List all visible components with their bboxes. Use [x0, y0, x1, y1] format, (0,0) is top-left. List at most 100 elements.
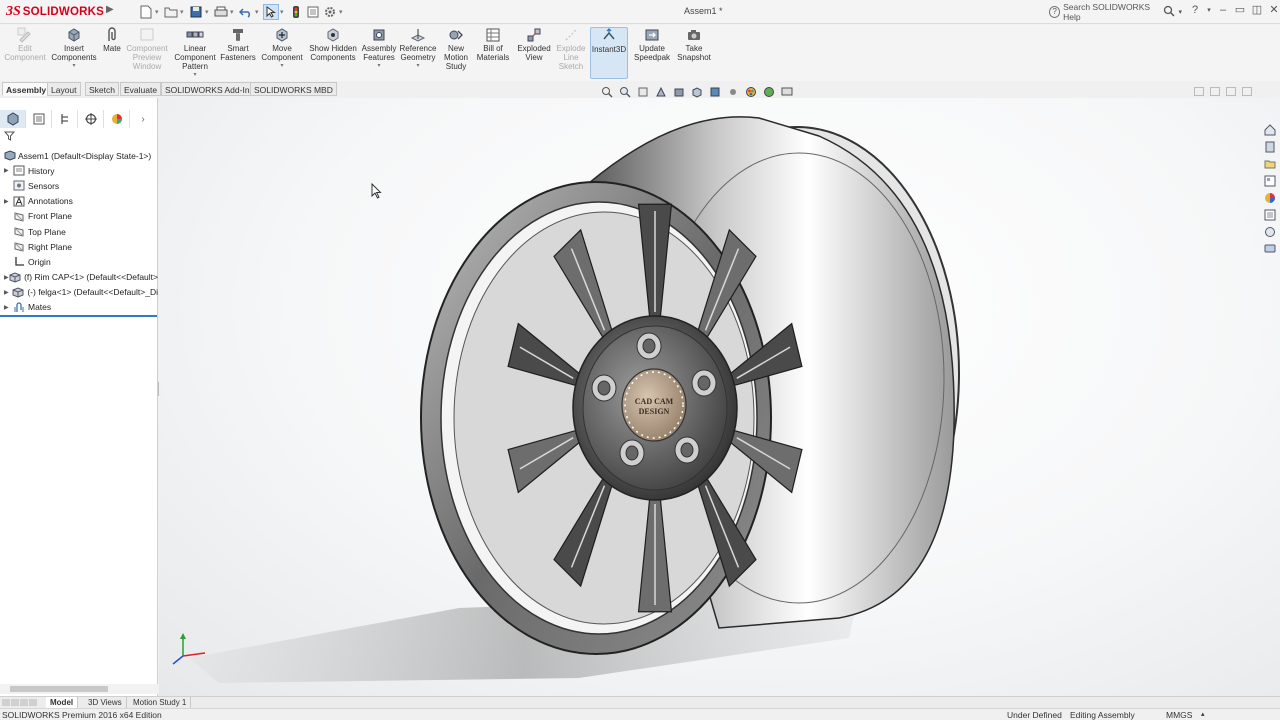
tab-motion-study[interactable]: Motion Study 1: [129, 697, 192, 708]
horizontal-scrollbar[interactable]: [0, 684, 158, 694]
tab-assembly[interactable]: Assembly: [2, 82, 51, 96]
take-snapshot-button[interactable]: Take Snapshot: [675, 27, 713, 62]
move-component-button[interactable]: Move Component ▾: [260, 27, 304, 71]
doc-minimize-icon[interactable]: [1194, 87, 1204, 96]
open-folder-icon[interactable]: [163, 4, 179, 20]
featuremanager-tree-icon[interactable]: [0, 110, 26, 128]
solidworks-resources-home-icon[interactable]: [1262, 122, 1278, 137]
show-hidden-components-button[interactable]: Show Hidden Components: [308, 27, 358, 62]
doc-close-icon[interactable]: [1242, 87, 1252, 96]
rollback-bar[interactable]: [0, 315, 157, 317]
appearances-icon[interactable]: [1262, 190, 1278, 205]
print-icon[interactable]: [213, 4, 229, 20]
new-motion-study-button[interactable]: New Motion Study: [441, 27, 471, 71]
section-view-icon[interactable]: [654, 85, 668, 99]
tile-window-icon[interactable]: ◫: [1250, 3, 1264, 16]
tree-item-sensors[interactable]: Sensors: [0, 178, 158, 193]
edit-appearance-icon[interactable]: [744, 85, 758, 99]
tab-solidworks-addins[interactable]: SOLIDWORKS Add-Ins: [161, 82, 258, 96]
open-dropdown-icon[interactable]: ▾: [180, 8, 187, 16]
configuration-manager-icon[interactable]: [52, 110, 78, 128]
assembly-features-button[interactable]: Assembly Features ▾: [362, 27, 396, 71]
scrollbar-thumb[interactable]: [10, 686, 108, 692]
tree-item-mates[interactable]: ▶ Mates: [0, 300, 158, 315]
instant3d-button[interactable]: Instant3D: [590, 27, 628, 79]
edit-component-button[interactable]: Edit Component: [4, 27, 46, 62]
apply-scene-icon[interactable]: [762, 85, 776, 99]
community-icon[interactable]: [1262, 241, 1278, 256]
undo-icon[interactable]: [238, 4, 254, 20]
tree-item-rim-cap[interactable]: ▶ (f) Rim CAP<1> (Default<<Default>: [0, 270, 158, 285]
tree-root-assembly[interactable]: Assem1 (Default<Display State-1>): [0, 148, 158, 163]
wheel-model[interactable]: CAD CAM DESIGN: [159, 98, 1280, 696]
reference-geometry-dropdown-icon[interactable]: ▾: [416, 62, 419, 71]
select-cursor-icon[interactable]: [263, 4, 279, 20]
hide-show-items-icon[interactable]: [726, 85, 740, 99]
smart-fasteners-button[interactable]: Smart Fasteners: [220, 27, 256, 62]
expand-arrow-icon[interactable]: ▶: [4, 198, 12, 205]
insert-components-button[interactable]: Insert Components ▾: [50, 27, 98, 71]
view-orientation-icon[interactable]: [690, 85, 704, 99]
expand-arrow-icon[interactable]: ▶: [4, 289, 12, 296]
expand-arrow-icon[interactable]: ▶: [4, 304, 12, 311]
tab-layout[interactable]: Layout: [47, 82, 81, 96]
dimxpert-manager-icon[interactable]: [78, 110, 104, 128]
display-manager-icon[interactable]: [104, 110, 130, 128]
panel-expand-arrow-icon[interactable]: ›: [130, 110, 156, 128]
search-input[interactable]: Search SOLIDWORKS Help: [1063, 2, 1160, 22]
search-dropdown-icon[interactable]: ▾: [1178, 8, 1182, 16]
exploded-view-button[interactable]: Exploded View: [515, 27, 553, 62]
tree-item-right-plane[interactable]: Right Plane: [0, 239, 158, 254]
expand-arrow-icon[interactable]: ▶: [4, 167, 12, 174]
tab-sketch[interactable]: Sketch: [85, 82, 119, 96]
mate-button[interactable]: Mate: [100, 27, 124, 53]
help-question-icon[interactable]: ?: [1188, 4, 1202, 16]
solidworks-logo[interactable]: 3S SOLIDWORKS: [6, 2, 104, 22]
new-document-icon[interactable]: [138, 4, 154, 20]
tree-item-history[interactable]: ▶ History: [0, 163, 158, 178]
last-tab-icon[interactable]: [29, 699, 37, 706]
display-style-icon[interactable]: [708, 85, 722, 99]
tree-filter-icon[interactable]: [3, 131, 16, 144]
undo-dropdown-icon[interactable]: ▾: [255, 8, 262, 16]
tab-3d-views[interactable]: 3D Views: [84, 697, 127, 708]
save-dropdown-icon[interactable]: ▾: [205, 8, 212, 16]
design-library-icon[interactable]: [1262, 139, 1278, 154]
zoom-to-fit-icon[interactable]: [600, 85, 614, 99]
options-gear-icon[interactable]: [322, 4, 338, 20]
tree-item-annotations[interactable]: ▶ Annotations: [0, 194, 158, 209]
move-component-dropdown-icon[interactable]: ▾: [280, 62, 283, 71]
zoom-to-area-icon[interactable]: [618, 85, 632, 99]
select-dropdown-icon[interactable]: ▾: [280, 8, 287, 16]
save-icon[interactable]: [188, 4, 204, 20]
unit-system[interactable]: MMGS: [1166, 709, 1192, 720]
reference-geometry-button[interactable]: Reference Geometry ▾: [399, 27, 437, 71]
file-explorer-icon[interactable]: [1262, 156, 1278, 171]
custom-properties-icon[interactable]: [1262, 207, 1278, 222]
first-tab-icon[interactable]: [2, 699, 10, 706]
new-dropdown-icon[interactable]: ▾: [155, 8, 162, 16]
explode-line-sketch-button[interactable]: Explode Line Sketch: [555, 27, 587, 71]
close-window-icon[interactable]: ✕: [1267, 3, 1280, 16]
doc-maximize-icon[interactable]: [1226, 87, 1236, 96]
tab-solidworks-mbd[interactable]: SOLIDWORKS MBD: [250, 82, 337, 96]
view-settings-icon[interactable]: [780, 85, 794, 99]
tree-item-felga[interactable]: ▶ (-) felga<1> (Default<<Default>_Di: [0, 285, 158, 300]
prev-tab-icon[interactable]: [11, 699, 19, 706]
linear-pattern-dropdown-icon[interactable]: ▾: [193, 71, 196, 80]
insert-components-dropdown-icon[interactable]: ▾: [72, 62, 75, 71]
graphics-area[interactable]: CAD CAM DESIGN: [159, 98, 1280, 696]
next-tab-icon[interactable]: [20, 699, 28, 706]
previous-view-icon[interactable]: [636, 85, 650, 99]
property-manager-icon[interactable]: [26, 110, 52, 128]
tree-item-origin[interactable]: Origin: [0, 254, 158, 269]
unit-system-dropdown-icon[interactable]: ▴: [1201, 709, 1205, 720]
assembly-features-dropdown-icon[interactable]: ▾: [377, 62, 380, 71]
doc-restore-icon[interactable]: [1210, 87, 1220, 96]
tab-evaluate[interactable]: Evaluate: [120, 82, 162, 96]
print-dropdown-icon[interactable]: ▾: [230, 8, 237, 16]
options-dropdown-icon[interactable]: ▾: [339, 8, 346, 16]
search-icon[interactable]: [1163, 5, 1176, 19]
bill-of-materials-button[interactable]: Bill of Materials: [475, 27, 511, 62]
dynamic-annotation-icon[interactable]: [672, 85, 686, 99]
